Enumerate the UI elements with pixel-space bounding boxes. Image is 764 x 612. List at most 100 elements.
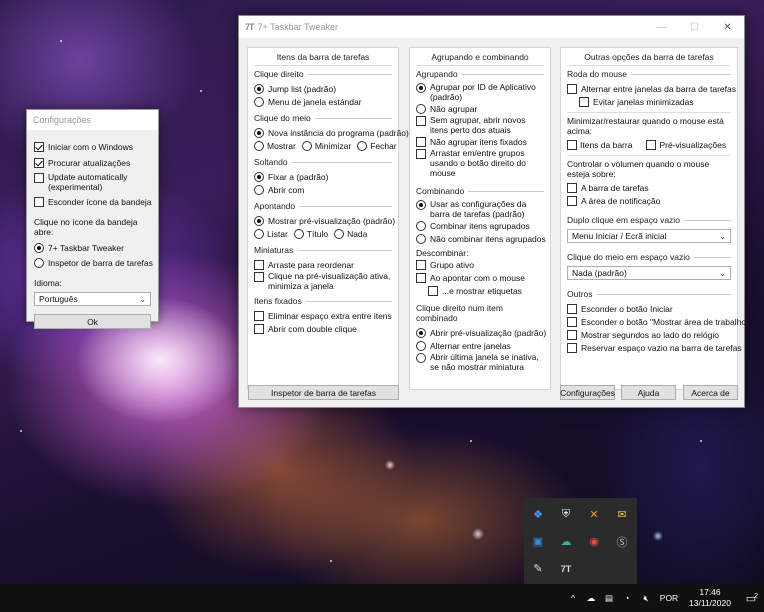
radio-list[interactable]: Listar [254, 228, 288, 239]
radio[interactable] [254, 171, 264, 182]
option-start-with-windows[interactable]: Iniciar com o Windows [34, 140, 151, 153]
check-reserve-space[interactable]: Reservar espaço vazio na barra de tarefa… [567, 341, 742, 354]
check-previews[interactable]: Pré-visualizações [646, 139, 726, 150]
radio-jump-list[interactable]: Jump list (padrão) [254, 82, 392, 95]
checkbox[interactable] [416, 272, 426, 283]
checkbox[interactable] [34, 141, 44, 152]
minimize-icon[interactable]: — [645, 16, 678, 38]
checkbox[interactable] [416, 116, 426, 126]
language-indicator[interactable]: POR [656, 593, 682, 603]
radio-title[interactable]: Título [293, 228, 328, 239]
radio-standard-menu[interactable]: Menu de janela estándar [254, 95, 392, 108]
radio[interactable] [34, 257, 44, 268]
cloud-sync-icon[interactable]: ☁ [552, 528, 580, 555]
radio[interactable] [416, 83, 426, 93]
radio[interactable] [254, 127, 264, 138]
notification-center-icon[interactable]: ▭ 2 [738, 592, 764, 605]
radio[interactable] [254, 215, 264, 226]
check-double-click-open[interactable]: Abrir com double clique [254, 322, 392, 335]
mail-icon[interactable]: ✉ [608, 501, 636, 528]
settings-button[interactable]: Configurações [560, 385, 615, 400]
radio[interactable] [254, 140, 264, 151]
wifi-icon[interactable]: ◔ [618, 593, 636, 603]
radio-dont-combine[interactable]: Não combinar itens agrupados [416, 232, 546, 245]
about-button[interactable]: Acerca de [683, 385, 738, 400]
volume-muted-icon[interactable]: 🔇︎ [636, 593, 656, 604]
checkbox[interactable] [254, 259, 264, 270]
radio-show[interactable]: Mostrar [254, 140, 296, 151]
outlook-icon[interactable]: ▣ [524, 528, 552, 555]
radio-open-preview[interactable]: Abrir pré-visualização (padrão) [416, 326, 546, 339]
check-volume-notification[interactable]: A área de notificação [567, 194, 731, 207]
radio[interactable] [254, 228, 264, 239]
check-drag-reorder[interactable]: Arraste para reordenar [254, 258, 392, 271]
checkbox[interactable] [34, 157, 44, 168]
radio-open-last[interactable]: Abrir última janela se inativa, se não m… [416, 352, 544, 372]
option-auto-update[interactable]: Update automatically (experimental) [34, 172, 151, 192]
help-button[interactable]: Ajuda [621, 385, 676, 400]
radio[interactable] [293, 228, 304, 239]
tool-icon[interactable]: ✕ [580, 501, 608, 528]
radio-minimize[interactable]: Minimizar [301, 140, 351, 151]
check-right-drag[interactable]: Arrastar em/entre grupos usando o botão … [416, 148, 544, 178]
inspector-button[interactable]: Inspetor de barra de tarefas [248, 385, 399, 400]
radio-cycle-windows[interactable]: Alternar entre janelas [416, 339, 544, 352]
radio-open-with[interactable]: Abrir com [254, 183, 392, 196]
middle-click-select[interactable]: Nada (padrão) ⌄ [567, 266, 731, 280]
check-hide-start[interactable]: Esconder o botão Iniciar [567, 302, 731, 315]
radio[interactable] [416, 353, 426, 363]
radio[interactable] [254, 83, 264, 94]
check-items[interactable]: Itens da barra [567, 139, 632, 150]
checkbox[interactable] [567, 342, 577, 353]
radio[interactable] [301, 140, 312, 151]
check-show-labels[interactable]: ...e mostrar etiquetas [428, 284, 544, 297]
check-open-near[interactable]: Sem agrupar, abrir novos itens perto dos… [416, 115, 544, 135]
chevron-up-icon[interactable]: ^ [564, 593, 582, 603]
check-click-minimize[interactable]: Clique na pré-visualização ativa, minimi… [254, 271, 392, 291]
check-active-group[interactable]: Grupo ativo [416, 258, 544, 271]
maximize-icon[interactable]: ☐ [678, 16, 711, 38]
radio[interactable] [34, 242, 44, 253]
radio-combine[interactable]: Combinar itens agrupados [416, 219, 544, 232]
double-click-select[interactable]: Menu Iniciar / Ecrã inicial ⌄ [567, 229, 731, 243]
radio[interactable] [416, 200, 426, 210]
option-check-updates[interactable]: Procurar atualizações [34, 156, 151, 169]
checkbox[interactable] [416, 149, 426, 159]
check-dont-group-pinned[interactable]: Não agrupar itens fixados [416, 135, 544, 148]
checkbox[interactable] [579, 96, 589, 107]
checkbox[interactable] [254, 272, 264, 282]
radio-group-by-appid[interactable]: Agrupar por ID de Aplicativo (padrão) [416, 82, 544, 102]
radio[interactable] [357, 140, 368, 151]
check-skip-minimized[interactable]: Evitar janelas minimizadas [579, 95, 731, 108]
check-show-seconds[interactable]: Mostrar segundos ao lado do relógio [567, 328, 731, 341]
check-on-hover[interactable]: Ao apontar com o mouse [416, 271, 544, 284]
radio[interactable] [416, 327, 426, 338]
checkbox[interactable] [254, 310, 264, 321]
taskbar-tweaker-icon[interactable]: 7T [552, 555, 580, 582]
check-remove-gap[interactable]: Eliminar espaço extra entre itens [254, 309, 392, 322]
pen-icon[interactable]: ✎ [524, 555, 552, 582]
chrome-icon[interactable]: ◉ [580, 528, 608, 555]
dropbox-icon[interactable]: ❖ [524, 501, 552, 528]
checkbox[interactable] [567, 195, 577, 206]
check-volume-taskbar[interactable]: A barra de tarefas [567, 181, 731, 194]
ok-button[interactable]: Ok [34, 314, 151, 329]
checkbox[interactable] [567, 316, 577, 327]
close-icon[interactable]: ✕ [711, 16, 744, 38]
checkbox[interactable] [567, 139, 577, 150]
checkbox[interactable] [34, 196, 44, 207]
radio[interactable] [254, 96, 264, 107]
checkbox[interactable] [416, 259, 426, 270]
radio[interactable] [416, 103, 426, 114]
option-hide-tray-icon[interactable]: Esconder ícone da bandeja [34, 195, 152, 208]
option-tray-opens-tweaker[interactable]: 7+ Taskbar Tweaker [34, 241, 151, 254]
clock[interactable]: 17:46 13/11/2020 [682, 587, 738, 609]
checkbox[interactable] [567, 329, 577, 340]
radio[interactable] [416, 340, 426, 351]
radio[interactable] [254, 184, 264, 195]
check-cycle-windows[interactable]: Alternar entre janelas da barra de taref… [567, 82, 736, 95]
radio-new-instance[interactable]: Nova instância do programa (padrão) [254, 126, 409, 139]
radio[interactable] [416, 220, 426, 231]
radio-close[interactable]: Fechar [357, 140, 397, 151]
checkbox[interactable] [567, 182, 577, 193]
